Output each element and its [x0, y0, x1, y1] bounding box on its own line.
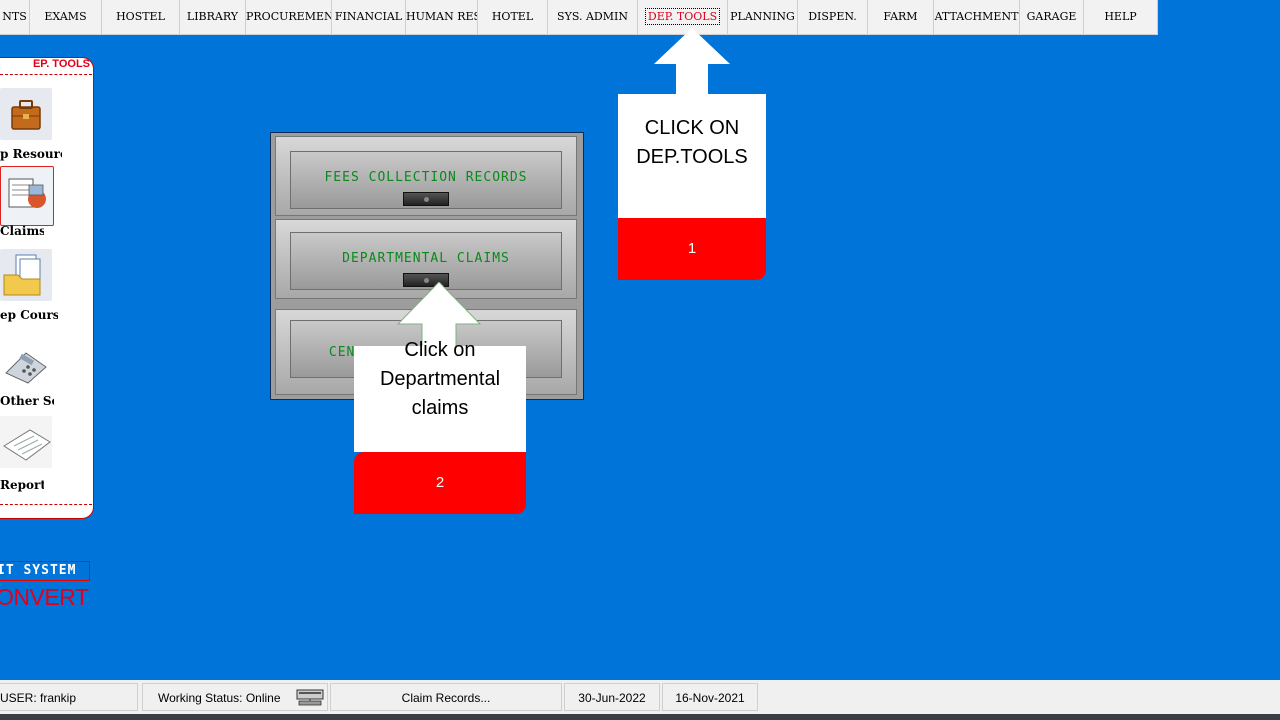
menu-financial[interactable]: FINANCIAL — [332, 0, 406, 34]
sidebar-item-other-services[interactable]: Other Serv — [0, 337, 94, 413]
system-brand-label: IT SYSTEM — [0, 561, 90, 581]
menu-farm[interactable]: FARM — [868, 0, 934, 34]
menu-students[interactable]: NTS — [0, 0, 30, 34]
sidebar-item-claims[interactable]: Claims — [0, 166, 94, 242]
menu-garage[interactable]: GARAGE — [1020, 0, 1084, 34]
menu-library[interactable]: LIBRARY — [180, 0, 246, 34]
status-task: Claim Records... — [330, 683, 562, 711]
status-working-label: Working Status: Online — [158, 691, 281, 705]
callout-2-line1: Click on — [404, 339, 476, 361]
callout-2-number: 2 — [354, 452, 526, 514]
callout-1-arrow-icon — [654, 28, 730, 96]
status-bar: USER: frankip Working Status: Online Cla… — [0, 680, 1280, 714]
sidebar-item-reports[interactable]: Reports — [0, 416, 94, 496]
menu-human-resources[interactable]: HUMAN RES — [406, 0, 478, 34]
menu-sys-admin[interactable]: SYS. ADMIN — [548, 0, 638, 34]
drawer-handle-icon — [403, 192, 449, 206]
claims-documents-icon[interactable] — [0, 166, 54, 226]
top-menu-bar: NTS EXAMS HOSTEL LIBRARY PROCUREMENT FIN… — [0, 0, 1158, 35]
menu-hostel[interactable]: HOSTEL — [102, 0, 180, 34]
menu-dispensary[interactable]: DISPEN. — [798, 0, 868, 34]
callout-1-line1: CLICK ON — [644, 117, 740, 139]
callout-2-line2: Departmental — [379, 368, 501, 390]
drawer-label: FEES COLLECTION RECORDS — [324, 170, 528, 185]
status-user: USER: frankip — [0, 683, 138, 711]
menu-help[interactable]: HELP — [1084, 0, 1158, 34]
callout-1-number: 1 — [618, 218, 766, 280]
drawer-face: FEES COLLECTION RECORDS — [290, 151, 562, 209]
sidebar-item-resources[interactable]: p Resources — [0, 88, 94, 166]
accounts-report-icon[interactable] — [0, 416, 52, 468]
menu-attachment[interactable]: ATTACHMENT — [934, 0, 1020, 34]
taskbar-strip — [0, 714, 1280, 720]
briefcase-icon[interactable] — [0, 88, 52, 140]
dep-tools-panel-title: EP. TOOLS — [32, 58, 90, 70]
callout-2: Click on Departmental claims — [354, 339, 526, 452]
panel-divider-top — [0, 74, 92, 75]
calculator-icon[interactable] — [0, 337, 52, 389]
menu-procurement[interactable]: PROCUREMENT — [246, 0, 332, 34]
menu-exams[interactable]: EXAMS — [30, 0, 102, 34]
status-date-login: 16-Nov-2021 — [662, 683, 758, 711]
panel-divider-bottom — [0, 504, 92, 505]
menu-hotel[interactable]: HOTEL — [478, 0, 548, 34]
network-online-icon — [296, 689, 324, 706]
callout-1-line2: DEP.TOOLS — [636, 146, 748, 168]
sidebar-item-courses[interactable]: ep Courses — [0, 249, 94, 327]
menu-planning[interactable]: PLANNING — [728, 0, 798, 34]
convert-brand-label: ONVERT — [0, 584, 89, 610]
callout-2-line3: claims — [411, 397, 469, 419]
callout-1: CLICK ON DEP.TOOLS — [618, 94, 766, 218]
status-date-current: 30-Jun-2022 — [564, 683, 660, 711]
drawer-fees-collection[interactable]: FEES COLLECTION RECORDS — [275, 136, 577, 216]
drawer-label: DEPARTMENTAL CLAIMS — [342, 251, 510, 266]
folder-documents-icon[interactable] — [0, 249, 52, 301]
status-working: Working Status: Online — [142, 683, 328, 711]
